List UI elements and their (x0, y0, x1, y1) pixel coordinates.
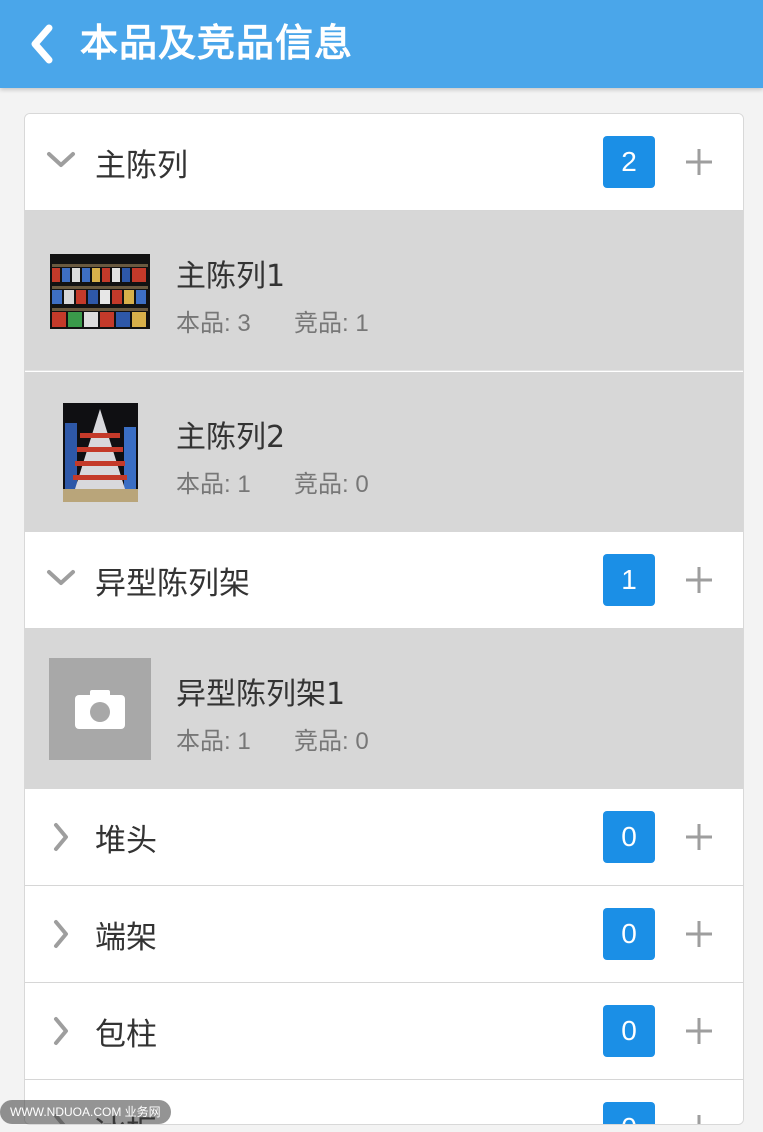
count-badge: 0 (603, 811, 655, 863)
add-photo-placeholder[interactable] (49, 658, 151, 760)
back-arrow-icon (31, 24, 53, 64)
count-badge: 2 (603, 136, 655, 188)
count-badge: 1 (603, 554, 655, 606)
add-button[interactable] (679, 914, 719, 954)
plus-icon (686, 1018, 712, 1044)
group-name: 包柱 (95, 1017, 157, 1053)
competitor-count: 0 (355, 471, 369, 498)
competitor-count: 1 (355, 310, 369, 337)
chevron-right-icon (43, 819, 79, 855)
count-badge: 0 (603, 1102, 655, 1124)
own-product-label: 本品: (176, 471, 231, 498)
display-item[interactable]: 异型陈列架1 本品: 1 竞品: 0 (25, 629, 743, 789)
group-header-special-rack[interactable]: 异型陈列架 1 (25, 532, 743, 629)
plus-icon (686, 567, 712, 593)
own-product-count: 1 (237, 728, 251, 755)
display-item-title: 异型陈列架1 (176, 677, 346, 712)
display-photo-thumbnail (63, 403, 138, 502)
display-item-counts: 本品: 1 竞品: 0 (176, 464, 369, 499)
add-button[interactable] (679, 560, 719, 600)
back-button[interactable] (18, 16, 66, 72)
plus-icon (697, 1115, 701, 1124)
display-item[interactable]: 主陈列1 本品: 3 竞品: 1 (25, 211, 743, 371)
competitor-label: 竞品: (294, 310, 349, 337)
watermark: WWW.NDUOA.COM 业务网 (0, 1100, 171, 1124)
page-title: 本品及竞品信息 (80, 21, 354, 65)
group-name: 端架 (95, 920, 157, 956)
own-product-label: 本品: (176, 310, 231, 337)
display-item-counts: 本品: 3 竞品: 1 (176, 303, 369, 338)
chevron-right-icon (43, 916, 79, 952)
group-name: 堆头 (95, 823, 157, 859)
display-photo-thumbnail (50, 254, 150, 329)
count-badge: 0 (603, 1005, 655, 1057)
display-item[interactable]: 主陈列2 本品: 1 竞品: 0 (25, 372, 743, 532)
competitor-label: 竞品: (294, 728, 349, 755)
add-button[interactable] (679, 1011, 719, 1051)
chevron-down-icon (43, 142, 79, 178)
competitor-label: 竞品: (294, 471, 349, 498)
competitor-count: 0 (355, 728, 369, 755)
display-item-counts: 本品: 1 竞品: 0 (176, 721, 369, 756)
plus-icon (686, 921, 712, 947)
display-list-card: 主陈列 2 主陈列1 本品: 3 竞品: 1 主陈列2 本品: 1 竞品: 0 … (24, 113, 744, 1125)
add-button[interactable] (679, 817, 719, 857)
chevron-right-icon (43, 1013, 79, 1049)
group-name: 异型陈列架 (95, 566, 250, 602)
group-name: 主陈列 (95, 148, 188, 184)
plus-icon (686, 149, 712, 175)
camera-icon (75, 690, 125, 729)
add-button[interactable] (679, 142, 719, 182)
group-header-pillar-wrap[interactable]: 包柱 0 (25, 983, 743, 1080)
count-badge: 0 (603, 908, 655, 960)
own-product-label: 本品: (176, 728, 231, 755)
plus-icon (686, 824, 712, 850)
own-product-count: 1 (237, 471, 251, 498)
own-product-count: 3 (237, 310, 251, 337)
group-header-end-cap[interactable]: 端架 0 (25, 886, 743, 983)
app-bar: 本品及竞品信息 (0, 0, 763, 88)
add-button[interactable] (679, 1108, 719, 1124)
display-item-title: 主陈列2 (176, 420, 286, 455)
group-header-main-display[interactable]: 主陈列 2 (25, 114, 743, 211)
group-header-stack[interactable]: 堆头 0 (25, 789, 743, 886)
display-item-title: 主陈列1 (176, 259, 286, 294)
chevron-down-icon (43, 560, 79, 596)
